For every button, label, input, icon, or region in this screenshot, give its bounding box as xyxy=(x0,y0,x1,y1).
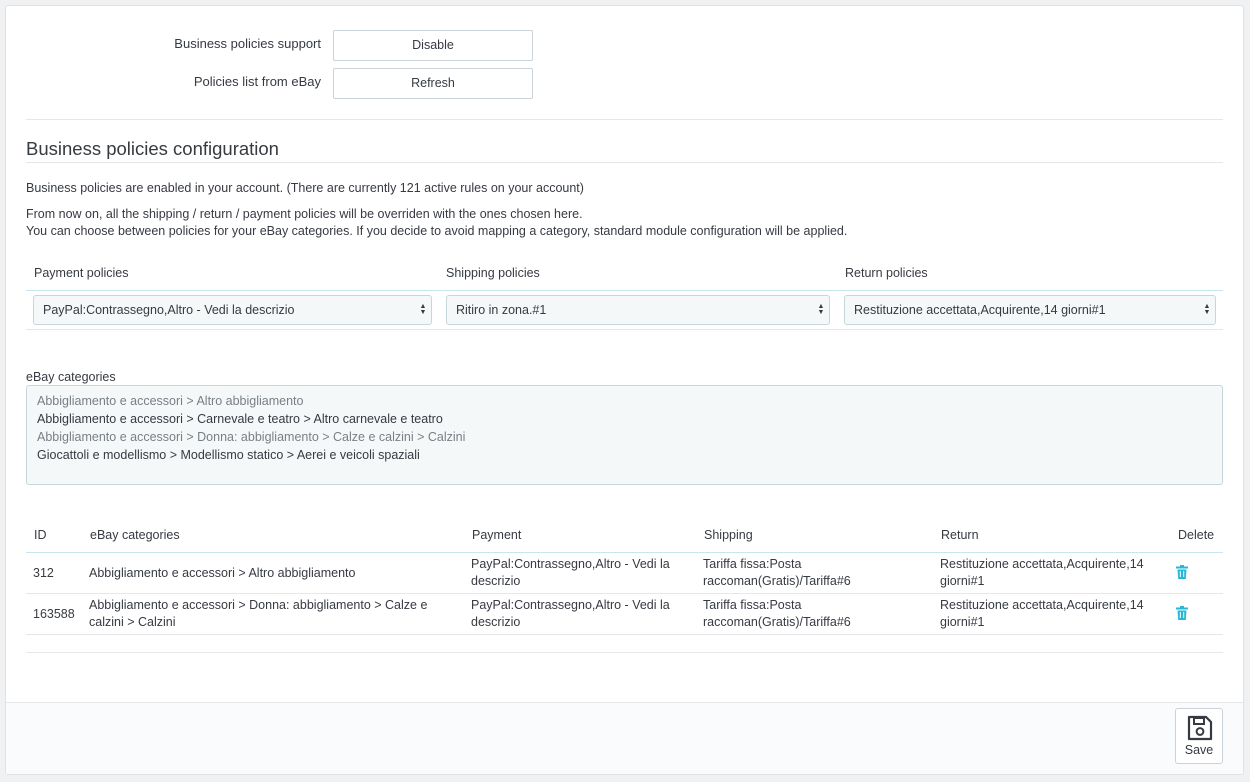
row-payment-cont: descrizio xyxy=(471,574,521,588)
column-header-id: ID xyxy=(34,528,47,542)
trash-icon[interactable] xyxy=(1176,606,1188,620)
row-payment-cont: descrizio xyxy=(471,615,521,629)
payment-policy-value: PayPal:Contrassegno,Altro - Vedi la desc… xyxy=(43,303,295,317)
info-text: Business policies are enabled in your ac… xyxy=(26,181,584,195)
category-option[interactable]: Giocattoli e modellismo > Modellismo sta… xyxy=(37,446,1212,464)
row-divider xyxy=(26,634,1223,635)
row-shipping-cont: raccoman(Gratis)/Tariffa#6 xyxy=(703,574,851,588)
category-option[interactable]: Abbigliamento e accessori > Altro abbigl… xyxy=(37,392,1212,410)
refresh-button[interactable]: Refresh xyxy=(333,68,533,99)
row-shipping: Tariffa fissa:Posta xyxy=(703,557,802,571)
ebay-categories-multiselect[interactable]: Abbigliamento e accessori > Altro abbigl… xyxy=(26,385,1223,485)
policies-bottom-divider xyxy=(26,329,1223,330)
support-label: Business policies support xyxy=(174,36,321,51)
return-policies-header: Return policies xyxy=(845,266,928,280)
row-category: Abbigliamento e accessori > Altro abbigl… xyxy=(89,566,356,580)
title-underline xyxy=(26,162,1223,163)
column-header-categories: eBay categories xyxy=(90,528,180,542)
row-divider xyxy=(26,593,1223,594)
divider xyxy=(26,119,1223,120)
row-return: Restituzione accettata,Acquirente,14 xyxy=(940,557,1144,571)
disable-button[interactable]: Disable xyxy=(333,30,533,61)
column-header-payment: Payment xyxy=(472,528,522,542)
shipping-policy-value: Ritiro in zona.#1 xyxy=(456,303,547,317)
return-policy-value: Restituzione accettata,Acquirente,14 gio… xyxy=(854,303,1106,317)
row-return-cont: giorni#1 xyxy=(940,615,985,629)
save-button[interactable]: Save xyxy=(1175,708,1223,764)
category-option[interactable]: Abbigliamento e accessori > Carnevale e … xyxy=(37,410,1212,428)
payment-policy-select[interactable]: PayPal:Contrassegno,Altro - Vedi la desc… xyxy=(33,295,432,325)
row-return-cont: giorni#1 xyxy=(940,574,985,588)
trash-icon[interactable] xyxy=(1176,565,1188,579)
description-line-2: You can choose between policies for your… xyxy=(26,224,848,238)
payment-policies-header: Payment policies xyxy=(34,266,129,280)
row-payment: PayPal:Contrassegno,Altro - Vedi la xyxy=(471,598,670,612)
return-policy-select[interactable]: Restituzione accettata,Acquirente,14 gio… xyxy=(844,295,1216,325)
policies-list-row: Policies list from eBay Refresh xyxy=(26,68,533,99)
description-line-1: From now on, all the shipping / return /… xyxy=(26,207,583,221)
row-shipping-cont: raccoman(Gratis)/Tariffa#6 xyxy=(703,615,851,629)
business-policies-panel: Business policies support Disable Polici… xyxy=(5,5,1244,775)
policies-list-label: Policies list from eBay xyxy=(193,74,321,89)
table-header-divider xyxy=(26,552,1223,553)
row-category-cont: calzini > Calzini xyxy=(89,615,176,629)
save-label: Save xyxy=(1184,743,1214,757)
shipping-policy-select[interactable]: Ritiro in zona.#1 ▲ ▼ xyxy=(446,295,830,325)
row-return: Restituzione accettata,Acquirente,14 xyxy=(940,598,1144,612)
updown-caret-icon: ▲ ▼ xyxy=(1203,303,1211,316)
support-row: Business policies support Disable xyxy=(26,30,533,61)
ebay-categories-label: eBay categories xyxy=(26,370,116,384)
updown-caret-icon: ▲ ▼ xyxy=(817,303,825,316)
column-header-delete: Delete xyxy=(1178,528,1215,542)
policies-header-divider xyxy=(26,290,1223,291)
table-bottom-divider xyxy=(26,652,1223,653)
row-id: 312 xyxy=(33,566,54,580)
column-header-shipping: Shipping xyxy=(704,528,753,542)
row-id: 163588 xyxy=(33,607,75,621)
row-shipping: Tariffa fissa:Posta xyxy=(703,598,802,612)
updown-caret-icon: ▲ ▼ xyxy=(419,303,427,316)
floppy-disk-icon xyxy=(1187,715,1213,741)
shipping-policies-header: Shipping policies xyxy=(446,266,540,280)
category-option[interactable]: Abbigliamento e accessori > Donna: abbig… xyxy=(37,428,1212,446)
row-payment: PayPal:Contrassegno,Altro - Vedi la xyxy=(471,557,670,571)
panel-footer xyxy=(6,702,1243,774)
column-header-return: Return xyxy=(941,528,979,542)
section-title: Business policies configuration xyxy=(26,138,279,159)
row-category: Abbigliamento e accessori > Donna: abbig… xyxy=(89,598,428,612)
